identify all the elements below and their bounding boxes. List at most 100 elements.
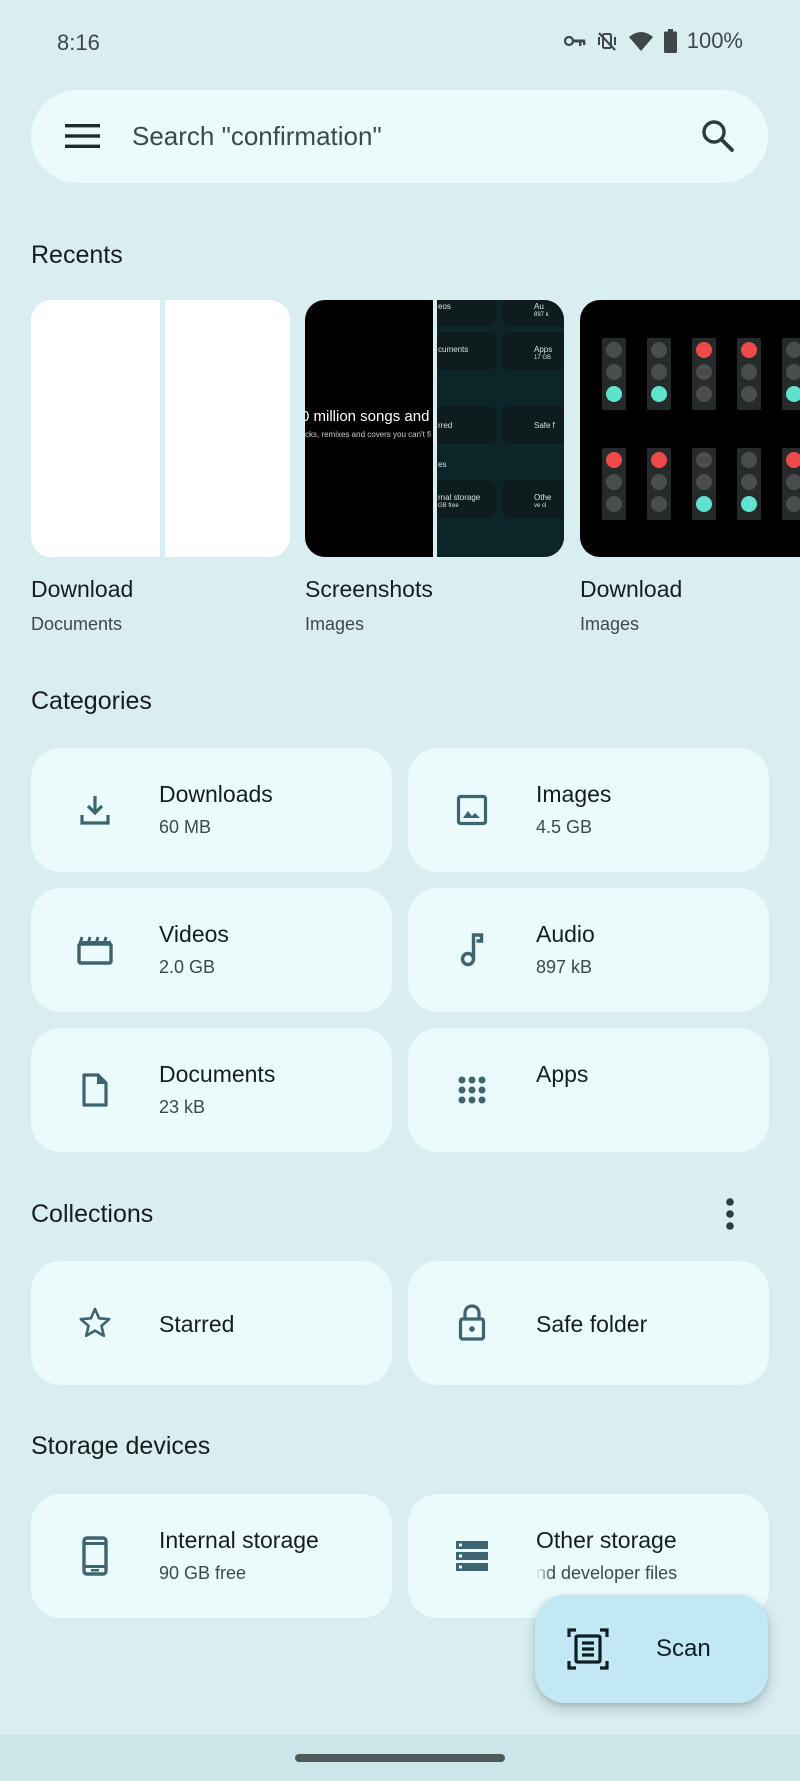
traffic-light-bulb [786,386,800,402]
download-icon [77,792,113,828]
more-vert-icon[interactable] [712,1194,748,1234]
traffic-light [602,338,626,410]
apps-grid-icon [454,1072,490,1108]
traffic-light [782,338,800,410]
category-documents[interactable]: Documents 23 kB [31,1028,392,1152]
thumbnail-divider [160,300,165,557]
home-gesture-handle[interactable] [295,1754,505,1762]
traffic-light-bulb [606,474,622,490]
category-label: Audio [536,921,595,947]
mini-text: 17 GB [534,355,552,361]
mini-text: rnal storage [438,493,481,502]
mini-text: rred [438,421,453,430]
mini-text: es [438,460,447,469]
wifi-icon [628,30,654,52]
battery-icon [663,29,677,53]
storage-label: Other storage [536,1527,677,1553]
scan-label: Scan [656,1635,711,1662]
mini-text: Apps [534,345,553,354]
scan-button[interactable]: Scan [535,1595,768,1703]
traffic-light-bulb [651,342,667,358]
storage-devices-heading: Storage devices [31,1432,211,1460]
recent-thumbnail-download-documents[interactable] [31,300,290,557]
recent-thumbnail-download-images[interactable] [580,300,800,557]
category-size: 2.0 GB [159,957,216,977]
category-images[interactable]: Images 4.5 GB [408,748,769,872]
recent-item-title: Download [31,576,134,602]
battery-percent: 100% [686,28,743,53]
traffic-light-bulb [786,474,800,490]
category-audio[interactable]: Audio 897 kB [408,888,769,1012]
search-icon[interactable] [698,116,738,156]
thumbnail-divider [433,300,437,557]
collections-heading: Collections [31,1200,154,1228]
category-label: Apps [536,1061,589,1087]
navigation-bar [0,1735,800,1781]
mini-text: cuments [438,345,469,354]
storage-sub: nd developer files [536,1563,678,1583]
traffic-light [737,338,761,410]
traffic-light-bulb [606,496,622,512]
traffic-light [647,338,671,410]
mini-text: Safe f [534,421,555,430]
vpn-key-icon [563,34,586,48]
category-size: 4.5 GB [536,817,593,837]
category-apps[interactable]: Apps [408,1028,769,1152]
traffic-light-bulb [741,364,757,380]
collection-starred[interactable]: Starred [31,1261,392,1385]
traffic-light [692,338,716,410]
category-size: 897 kB [536,957,593,977]
document-icon [77,1072,113,1108]
collection-label: Starred [159,1311,235,1337]
traffic-light-bulb [696,386,712,402]
traffic-light-bulb [651,452,667,468]
categories-heading: Categories [31,687,152,715]
traffic-light-bulb [786,496,800,512]
traffic-light-bulb [696,364,712,380]
lock-icon [454,1304,490,1341]
traffic-light [647,448,671,520]
category-videos[interactable]: Videos 2.0 GB [31,888,392,1012]
storage-internal[interactable]: Internal storage 90 GB free [31,1494,392,1618]
collection-safe-folder[interactable]: Safe folder [408,1261,769,1385]
search-bar[interactable]: Search "confirmation" [31,90,768,183]
traffic-light-bulb [606,386,622,402]
traffic-light [782,448,800,520]
thumbnail-preview-app: eos Au 897 k cuments Apps 17 GB rred Saf… [436,300,564,557]
image-icon [454,792,490,828]
mini-card [502,332,564,370]
traffic-light-bulb [696,452,712,468]
hamburger-menu-icon[interactable] [65,120,101,152]
traffic-light-bulb [696,474,712,490]
storage-sub: 90 GB free [159,1563,247,1583]
recent-thumbnail-screenshots[interactable]: 0 million songs and c cks, remixes and c… [305,300,564,557]
mini-card [502,300,564,326]
music-note-icon [454,932,490,968]
mini-text: GB free [438,503,459,509]
traffic-light-bulb [741,452,757,468]
category-label: Downloads [159,781,273,807]
traffic-light-bulb [786,452,800,468]
recent-item-type: Images [580,614,640,634]
traffic-light-bulb [741,496,757,512]
traffic-light-bulb [696,496,712,512]
traffic-light-bulb [651,386,667,402]
traffic-light-bulb [741,474,757,490]
thumbnail-preview-text: 0 million songs and c [305,408,435,425]
storage-list-icon [454,1538,490,1574]
traffic-light-bulb [606,364,622,380]
traffic-light-bulb [786,342,800,358]
recent-item-title: Download [580,576,683,602]
thumbnail-preview-subtext: cks, remixes and covers you can't fi els… [305,430,433,439]
traffic-light-bulb [741,386,757,402]
category-downloads[interactable]: Downloads 60 MB [31,748,392,872]
category-label: Documents [159,1061,276,1087]
mini-card [502,480,564,518]
status-time: 8:16 [57,30,100,55]
recent-item-type: Images [305,614,365,634]
collection-label: Safe folder [536,1311,648,1337]
video-clapper-icon [77,932,113,968]
traffic-light-bulb [696,342,712,358]
search-input[interactable]: Search "confirmation" [132,90,382,183]
category-label: Images [536,781,612,807]
